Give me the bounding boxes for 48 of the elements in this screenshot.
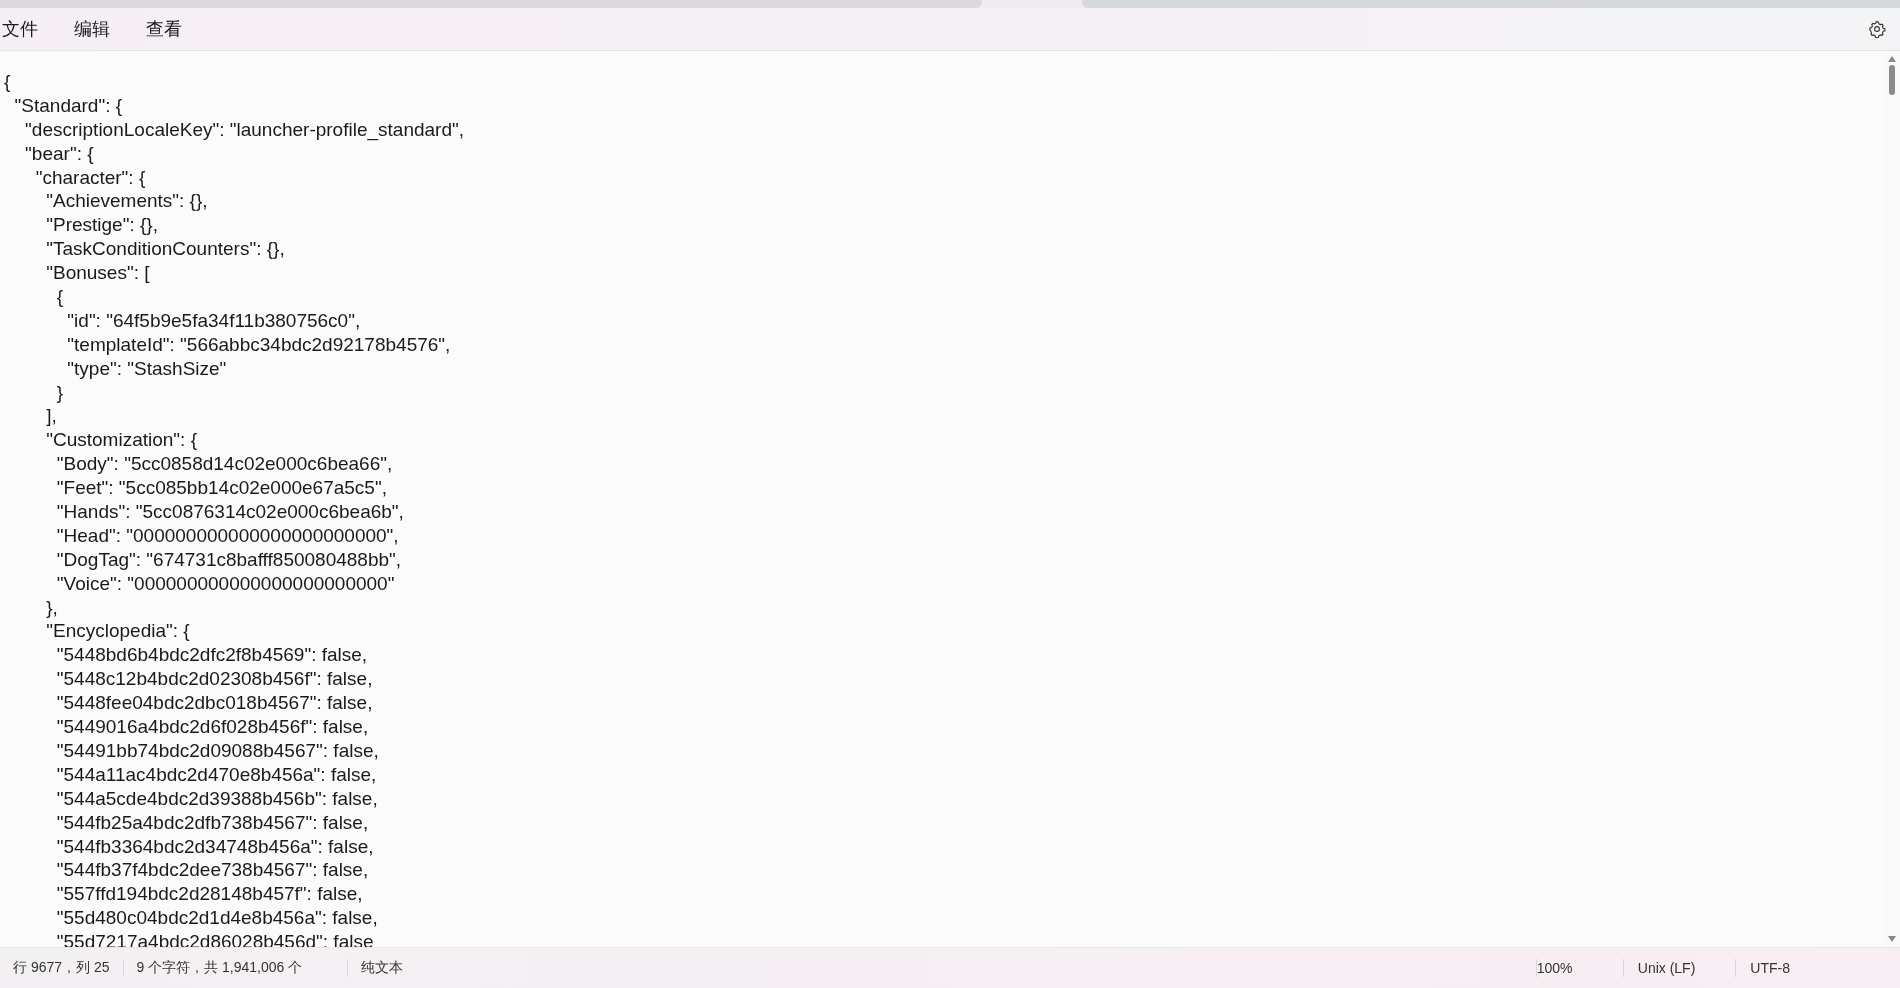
code-line: "Achievements": {}, bbox=[45, 189, 209, 214]
code-line: "5449016a4bdc2d6f028b456f": false, bbox=[55, 715, 370, 739]
code-line: "Feet": "5cc085bb14c02e000e67a5c5", bbox=[55, 476, 388, 501]
code-line: "557ffd194bdc2d28148b457f": false, bbox=[55, 882, 364, 907]
code-line: "5448bd6b4bdc2dfc2f8b4569": false, bbox=[55, 643, 369, 668]
code-line: "Hands": "5cc0876314c02e000c6bea6b", bbox=[55, 500, 405, 524]
menu-item[interactable]: 编辑 bbox=[72, 13, 110, 45]
code-line: }, bbox=[45, 595, 59, 620]
code-line: "544a5cde4bdc2d39388b456b": false, bbox=[55, 786, 379, 811]
code-line: "Body": "5cc0858d14c02e000c6bea66", bbox=[55, 452, 394, 477]
line-ending: Unix (LF) bbox=[1636, 960, 1697, 976]
code-line: "55d480c04bdc2d1d4e8b456a": false, bbox=[55, 906, 379, 931]
code-line: "Head": "000000000000000000000000", bbox=[55, 523, 400, 548]
code-line: "Voice": "000000000000000000000000" bbox=[55, 571, 396, 596]
zoom-level: 100% bbox=[1536, 960, 1574, 976]
code-line: "Encyclopedia": { bbox=[45, 619, 191, 644]
code-line: "Customization": { bbox=[45, 428, 198, 453]
menu-item[interactable]: 文件 bbox=[0, 13, 38, 45]
code-line: { bbox=[4, 70, 12, 94]
code-line: } bbox=[55, 380, 65, 405]
scroll-up-icon[interactable] bbox=[1887, 55, 1897, 63]
code-line: "DogTag": "674731c8bafff850080488bb", bbox=[55, 547, 403, 572]
encoding: UTF-8 bbox=[1749, 960, 1791, 976]
scroll-down-icon[interactable] bbox=[1887, 935, 1897, 943]
code-line: { bbox=[55, 285, 65, 309]
code-line: "544a11ac4bdc2d470e8b456a": false, bbox=[55, 762, 378, 787]
cursor-position: 行 9677，列 25 bbox=[12, 959, 111, 977]
scroll-thumb[interactable] bbox=[1889, 65, 1895, 95]
code-line: "54491bb74bdc2d09088b4567": false, bbox=[55, 738, 380, 763]
code-line: "5448fee04bdc2dbc018b4567": false, bbox=[55, 691, 374, 716]
code-line: "544fb3364bdc2d34748b456a": false, bbox=[55, 834, 375, 859]
code-line: ], bbox=[45, 404, 58, 429]
code-line: "type": "StashSize" bbox=[66, 356, 228, 381]
code-line: "templateId": "566abbc34bdc2d92178b4576", bbox=[66, 332, 452, 357]
code-line: "descriptionLocaleKey": "launcher-profile_standard", bbox=[24, 117, 465, 142]
code-line: "544fb37f4bdc2dee738b4567": false, bbox=[55, 858, 370, 883]
code-line: "Standard": { bbox=[13, 93, 124, 118]
code-line: "character": { bbox=[34, 165, 147, 190]
text-format: 纯文本 bbox=[360, 959, 405, 977]
menu-item[interactable]: 查看 bbox=[144, 13, 182, 45]
code-line: "TaskConditionCounters": {}, bbox=[45, 237, 286, 262]
code-line: "id": "64f5b9e5fa34f11b380756c0", bbox=[66, 308, 362, 333]
code-line: "5448c12b4bdc2d02308b456f": false, bbox=[55, 667, 374, 692]
selection-count: 9 个字符，共 1,941,006 个 bbox=[135, 959, 304, 977]
code-line: "Bonuses": [ bbox=[45, 261, 151, 285]
code-line: "544fb25a4bdc2dfb738b4567": false, bbox=[55, 810, 370, 835]
code-line: "bear": { bbox=[24, 141, 95, 166]
code-line: "Prestige": {}, bbox=[45, 213, 159, 238]
